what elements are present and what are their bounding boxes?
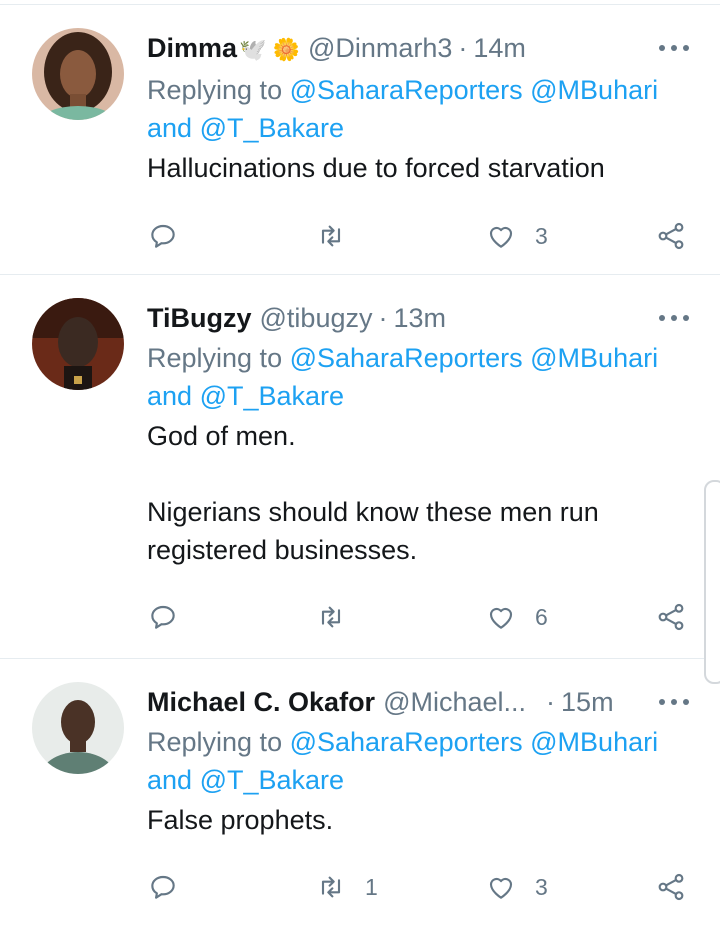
like-button[interactable]: 6: [485, 597, 548, 637]
like-icon: [489, 877, 513, 899]
reply-icon: [151, 605, 175, 629]
avatar[interactable]: [32, 682, 124, 774]
tweet[interactable]: Dimma 🕊️ 🌼 @Dinmarh3 · 14m Replying to @…: [0, 5, 720, 275]
reply-button[interactable]: [147, 216, 197, 256]
replying-to: Replying to @SaharaReporters @MBuhari and…: [147, 723, 692, 799]
tweet-text: God of men. Nigerians should know these …: [147, 421, 599, 565]
author-name[interactable]: TiBugzy: [147, 301, 252, 335]
replying-prefix: Replying to: [147, 343, 290, 373]
replying-to: Replying to @SaharaReporters @MBuhari and…: [147, 71, 692, 147]
separator: ·: [458, 33, 468, 63]
like-icon: [489, 607, 513, 629]
reply-button[interactable]: [147, 597, 197, 637]
author-name[interactable]: Michael C. Okafor: [147, 685, 375, 719]
retweet-icon: [321, 876, 341, 898]
more-options-icon[interactable]: [656, 305, 692, 331]
retweet-button[interactable]: [315, 597, 365, 637]
and-word: and: [147, 765, 200, 795]
like-button[interactable]: 3: [485, 867, 548, 907]
author-handle[interactable]: @tibugzy: [260, 301, 373, 335]
reply-icon: [151, 224, 175, 248]
mention-link[interactable]: @SaharaReporters: [290, 727, 523, 757]
retweet-icon: [321, 225, 341, 247]
share-button[interactable]: [655, 597, 687, 637]
action-bar: 1 3: [147, 867, 692, 907]
mention-link[interactable]: @MBuhari: [530, 75, 658, 105]
tweet-text: Hallucinations due to forced starvation: [147, 153, 605, 183]
mention-link[interactable]: @SaharaReporters: [290, 343, 523, 373]
replying-prefix: Replying to: [147, 727, 290, 757]
like-icon: [489, 226, 513, 248]
and-word: and: [147, 381, 200, 411]
action-bar: 3: [147, 216, 692, 256]
timestamp[interactable]: 13m: [393, 301, 446, 335]
name-emoji: 🕊️ 🌼: [239, 37, 300, 62]
retweet-button[interactable]: [315, 216, 365, 256]
retweet-icon: [321, 606, 341, 628]
mention-link[interactable]: @MBuhari: [530, 727, 658, 757]
share-icon: [658, 222, 684, 250]
separator: ·: [378, 303, 388, 333]
retweet-count: 1: [365, 873, 378, 900]
mention-link[interactable]: @T_Bakare: [200, 113, 344, 143]
tweet[interactable]: Michael C. Okafor @Michael... · 15m Repl…: [0, 659, 720, 927]
like-count: 3: [535, 222, 548, 249]
like-count: 6: [535, 603, 548, 630]
timestamp[interactable]: 15m: [561, 685, 614, 719]
share-icon: [658, 603, 684, 631]
mention-link[interactable]: @T_Bakare: [200, 381, 344, 411]
author-name[interactable]: Dimma: [147, 31, 237, 65]
tweet[interactable]: TiBugzy @tibugzy · 13m Replying to @Saha…: [0, 275, 720, 659]
avatar[interactable]: [32, 298, 124, 390]
reply-icon: [151, 875, 175, 899]
avatar[interactable]: [32, 28, 124, 120]
reply-button[interactable]: [147, 867, 197, 907]
replying-prefix: Replying to: [147, 75, 290, 105]
tweet-text: False prophets.: [147, 805, 334, 835]
scrollbar-thumb[interactable]: [704, 480, 720, 684]
retweet-button[interactable]: 1: [315, 867, 378, 907]
replying-to: Replying to @SaharaReporters @MBuhari and…: [147, 339, 692, 415]
author-handle[interactable]: @Michael...: [383, 685, 526, 719]
tweet-feed: Dimma 🕊️ 🌼 @Dinmarh3 · 14m Replying to @…: [0, 0, 720, 927]
mention-link[interactable]: @MBuhari: [530, 343, 658, 373]
separator: ·: [546, 687, 556, 717]
more-options-icon[interactable]: [656, 35, 692, 61]
more-options-icon[interactable]: [656, 689, 692, 715]
like-count: 3: [535, 873, 548, 900]
share-button[interactable]: [655, 216, 687, 256]
mention-link[interactable]: @T_Bakare: [200, 765, 344, 795]
author-handle[interactable]: @Dinmarh3: [308, 31, 452, 65]
share-icon: [658, 873, 684, 901]
mention-link[interactable]: @SaharaReporters: [290, 75, 523, 105]
timestamp[interactable]: 14m: [473, 31, 526, 65]
action-bar: 6: [147, 597, 692, 637]
and-word: and: [147, 113, 200, 143]
share-button[interactable]: [655, 867, 687, 907]
like-button[interactable]: 3: [485, 216, 548, 256]
